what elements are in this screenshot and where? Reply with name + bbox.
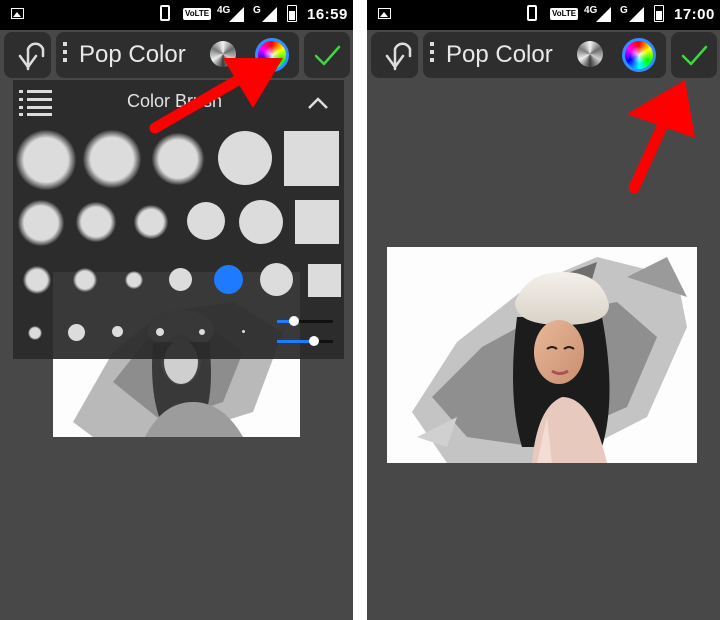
menu-dots-icon[interactable] — [430, 42, 434, 68]
brush-preset[interactable] — [23, 266, 51, 294]
brush-preset[interactable] — [112, 326, 123, 337]
status-bar: VoLTE 4G G 17:00 — [367, 0, 720, 30]
signal-icon — [229, 7, 244, 22]
menu-dots-icon[interactable] — [63, 42, 67, 68]
network-type-label-2: G — [620, 5, 628, 16]
brush-preset[interactable] — [239, 200, 283, 244]
battery-icon — [654, 5, 664, 22]
status-bar: VoLTE 4G G 16:59 — [0, 0, 353, 30]
signal-icon — [596, 7, 611, 22]
checkmark-icon — [681, 45, 708, 66]
gallery-icon — [378, 8, 391, 19]
brush-preset-square[interactable] — [295, 200, 339, 244]
brush-preset[interactable] — [156, 328, 164, 336]
brush-opacity-slider[interactable] — [277, 336, 333, 346]
gallery-icon — [11, 8, 24, 19]
right-phone-screen: VoLTE 4G G 17:00 Pop Color — [367, 0, 720, 620]
brush-preset-square[interactable] — [308, 264, 341, 297]
vibrate-icon — [160, 5, 170, 21]
brush-preset[interactable] — [152, 133, 204, 185]
photo-canvas[interactable] — [387, 247, 697, 463]
brush-size-slider[interactable] — [277, 316, 333, 326]
brush-preset[interactable] — [134, 205, 168, 239]
brush-preset[interactable] — [169, 268, 192, 291]
brush-preset[interactable] — [83, 130, 141, 188]
tool-title-bar[interactable]: Pop Color — [423, 32, 666, 78]
grayscale-mode-icon[interactable] — [577, 41, 603, 67]
brush-preset[interactable] — [18, 200, 64, 246]
brush-preset[interactable] — [218, 131, 272, 185]
vibrate-icon — [527, 5, 537, 21]
network-type-label-2: G — [253, 5, 261, 16]
undo-icon — [18, 42, 45, 71]
slider-thumb[interactable] — [289, 316, 299, 326]
brush-preset[interactable] — [242, 330, 245, 333]
volte-badge: VoLTE — [183, 8, 212, 20]
brush-preset[interactable] — [28, 326, 42, 340]
color-mode-icon[interactable] — [622, 38, 656, 72]
status-time: 17:00 — [674, 6, 715, 23]
brush-preset-selected[interactable] — [214, 265, 243, 294]
chevron-up-icon[interactable] — [307, 96, 329, 110]
brush-preset[interactable] — [68, 324, 85, 341]
photo-image — [387, 247, 697, 463]
annotation-arrow — [627, 80, 695, 194]
list-icon[interactable] — [19, 90, 52, 116]
confirm-button[interactable] — [671, 32, 717, 78]
brush-preset[interactable] — [187, 202, 225, 240]
checkmark-icon — [314, 45, 341, 66]
undo-button[interactable] — [4, 32, 51, 78]
brush-preset[interactable] — [199, 329, 205, 335]
brush-preset[interactable] — [16, 130, 76, 190]
battery-icon — [287, 5, 297, 22]
brush-preset[interactable] — [125, 271, 143, 289]
annotation-arrow — [149, 58, 283, 134]
brush-preset[interactable] — [73, 268, 97, 292]
brush-preset-square[interactable] — [284, 131, 339, 186]
brush-preset[interactable] — [260, 263, 293, 296]
slider-thumb[interactable] — [309, 336, 319, 346]
left-phone-screen: VoLTE 4G G 16:59 Pop Color Color Brush — [0, 0, 353, 620]
confirm-button[interactable] — [304, 32, 350, 78]
volte-badge: VoLTE — [550, 8, 579, 20]
undo-icon — [385, 42, 412, 71]
signal-icon-2 — [262, 7, 277, 22]
undo-button[interactable] — [371, 32, 418, 78]
signal-icon-2 — [629, 7, 644, 22]
brush-preset[interactable] — [76, 202, 116, 242]
status-time: 16:59 — [307, 6, 348, 23]
tool-title: Pop Color — [446, 41, 553, 68]
